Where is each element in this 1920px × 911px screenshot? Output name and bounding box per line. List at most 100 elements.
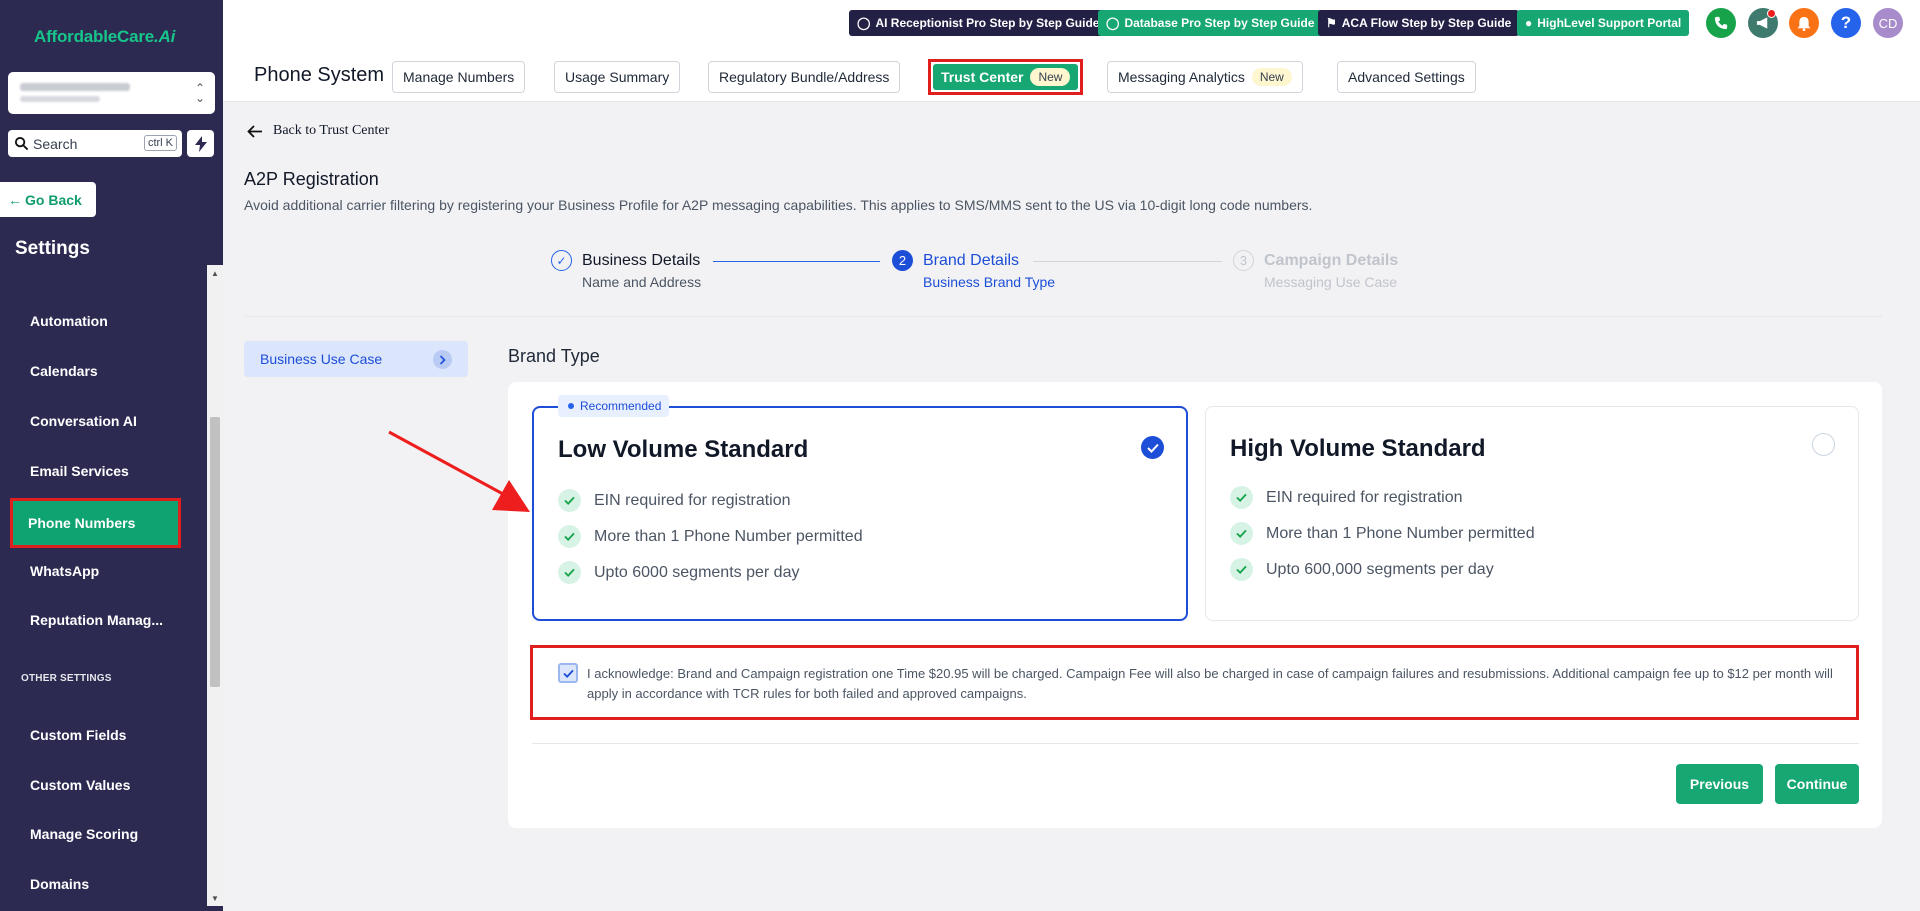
step-2-number: 2 (892, 250, 913, 271)
chevron-updown-icon: ⌃ ⌄ (194, 81, 205, 105)
back-to-trust-center-link[interactable]: Back to Trust Center (247, 123, 389, 139)
step-2-title: Brand Details (923, 252, 1020, 269)
sidebar-item-reputation[interactable]: Reputation Manag... (30, 612, 163, 628)
a2p-title: A2P Registration (244, 169, 379, 189)
help-button[interactable]: ? (1831, 8, 1861, 38)
acknowledge-checkbox[interactable] (558, 663, 578, 683)
settings-nav: Automation Calendars Conversation AI Ema… (0, 265, 207, 911)
dot-icon (568, 403, 574, 409)
acknowledge-text: I acknowledge: Brand and Campaign regist… (587, 666, 1833, 701)
account-name-blurred (20, 83, 130, 91)
phone-button[interactable] (1706, 8, 1736, 38)
sidebar-item-email-services[interactable]: Email Services (30, 463, 129, 479)
step-connector (713, 261, 880, 262)
check-icon (1230, 558, 1253, 581)
account-switcher[interactable]: ⌃ ⌄ (8, 72, 215, 114)
recommended-badge: Recommended (558, 395, 670, 417)
highlevel-support-button[interactable]: ● HighLevel Support Portal (1517, 10, 1690, 36)
check-icon (558, 561, 581, 584)
search-shortcut: ctrl K (143, 135, 177, 151)
new-badge: New (1251, 68, 1292, 86)
search-input[interactable]: Search ctrl K (8, 130, 182, 157)
step-3-number: 3 (1233, 250, 1254, 271)
ai-receptionist-guide-button[interactable]: ◯ AI Receptionist Pro Step by Step Guide (849, 10, 1108, 36)
aca-flow-guide-button[interactable]: ⚑ ACA Flow Step by Step Guide (1318, 10, 1520, 36)
sidebar-item-whatsapp[interactable]: WhatsApp (30, 563, 99, 579)
scroll-up-icon[interactable]: ▲ (211, 269, 219, 278)
tag-icon: ⚑ (1326, 16, 1337, 30)
brand-type-heading: Brand Type (508, 346, 600, 366)
notification-dot (1767, 9, 1776, 18)
sidebar-item-calendars[interactable]: Calendars (30, 363, 98, 379)
check-icon (562, 669, 574, 678)
selected-check-icon[interactable] (1141, 436, 1164, 459)
continue-button[interactable]: Continue (1775, 764, 1859, 804)
page-title: Phone System (254, 64, 385, 86)
new-badge: New (1030, 68, 1071, 86)
feature-item: Upto 600,000 segments per day (1230, 558, 1494, 581)
step-1-title: Business Details (582, 252, 701, 269)
phone-icon (1714, 16, 1728, 30)
tab-regulatory-bundle[interactable]: Regulatory Bundle/Address (708, 61, 901, 93)
feature-item: EIN required for registration (558, 489, 791, 512)
step-done-check-icon: ✓ (551, 250, 572, 271)
a2p-subtitle: Avoid additional carrier filtering by re… (244, 197, 1313, 213)
logo[interactable]: AffordableCare.Ai (34, 27, 175, 47)
check-icon (1230, 522, 1253, 545)
step-2-sub: Business Brand Type (923, 274, 1056, 290)
tab-messaging-analytics[interactable]: Messaging Analytics New (1107, 61, 1303, 93)
bolt-icon (194, 135, 207, 152)
go-back-button[interactable]: ← Go Back (0, 182, 96, 217)
sidebar-item-automation[interactable]: Automation (30, 313, 108, 329)
notifications-button[interactable] (1789, 8, 1819, 38)
question-icon: ? (1840, 13, 1852, 32)
arrow-left-icon (247, 124, 262, 138)
database-pro-guide-button[interactable]: ◯ Database Pro Step by Step Guide (1098, 10, 1323, 36)
tab-trust-center[interactable]: Trust Center New (933, 64, 1079, 90)
option-title: Low Volume Standard (558, 436, 809, 463)
sidebar-item-custom-values[interactable]: Custom Values (30, 777, 130, 793)
high-volume-standard-option[interactable]: High Volume Standard EIN required for re… (1205, 406, 1859, 621)
previous-button[interactable]: Previous (1676, 764, 1763, 804)
settings-title: Settings (15, 238, 90, 259)
bell-icon (1797, 16, 1811, 31)
divider (245, 316, 1882, 317)
feature-item: More than 1 Phone Number permitted (1230, 522, 1535, 545)
feature-item: Upto 6000 segments per day (558, 561, 799, 584)
business-use-case-nav[interactable]: Business Use Case (244, 341, 468, 377)
sidebar-item-phone-numbers[interactable]: Phone Numbers (10, 498, 181, 548)
option-title: High Volume Standard (1230, 435, 1486, 462)
sidebar-item-domains[interactable]: Domains (30, 876, 89, 892)
sidebar: AffordableCare.Ai ⌃ ⌄ Search ctrl K ← Go … (0, 0, 223, 911)
megaphone-icon (1756, 17, 1767, 29)
arrow-left-icon: ← (8, 191, 22, 208)
search-icon (14, 136, 29, 151)
sidebar-item-manage-scoring[interactable]: Manage Scoring (30, 826, 138, 842)
low-volume-standard-option[interactable]: Recommended Low Volume Standard EIN requ… (532, 395, 1188, 621)
chat-icon: ◯ (1106, 16, 1120, 30)
scroll-down-icon[interactable]: ▼ (211, 894, 219, 903)
step-3-sub: Messaging Use Case (1264, 274, 1398, 290)
avatar[interactable]: CD (1873, 8, 1903, 38)
chat-icon: ◯ (857, 16, 871, 30)
annotation-arrow (388, 430, 530, 512)
sidebar-item-custom-fields[interactable]: Custom Fields (30, 727, 126, 743)
tab-usage-summary[interactable]: Usage Summary (554, 61, 681, 93)
account-location-blurred (20, 96, 100, 102)
divider (532, 743, 1859, 744)
megaphone-button[interactable] (1748, 8, 1778, 38)
check-icon (558, 489, 581, 512)
acknowledge-box: I acknowledge: Brand and Campaign regist… (530, 645, 1859, 720)
feature-item: More than 1 Phone Number permitted (558, 525, 863, 548)
feature-item: EIN required for registration (1230, 486, 1463, 509)
other-settings-heading: OTHER SETTINGS (21, 673, 112, 684)
scrollbar-thumb[interactable] (210, 417, 220, 687)
step-1-sub: Name and Address (582, 274, 702, 290)
radio-button[interactable] (1812, 433, 1835, 456)
sidebar-item-conversation-ai[interactable]: Conversation AI (30, 413, 137, 429)
quick-actions-button[interactable] (187, 130, 214, 157)
sidebar-scrollbar[interactable]: ▲ ▼ (207, 265, 223, 906)
tab-manage-numbers[interactable]: Manage Numbers (392, 61, 526, 93)
chevron-right-icon (433, 350, 452, 369)
tab-advanced-settings[interactable]: Advanced Settings (1337, 61, 1476, 93)
